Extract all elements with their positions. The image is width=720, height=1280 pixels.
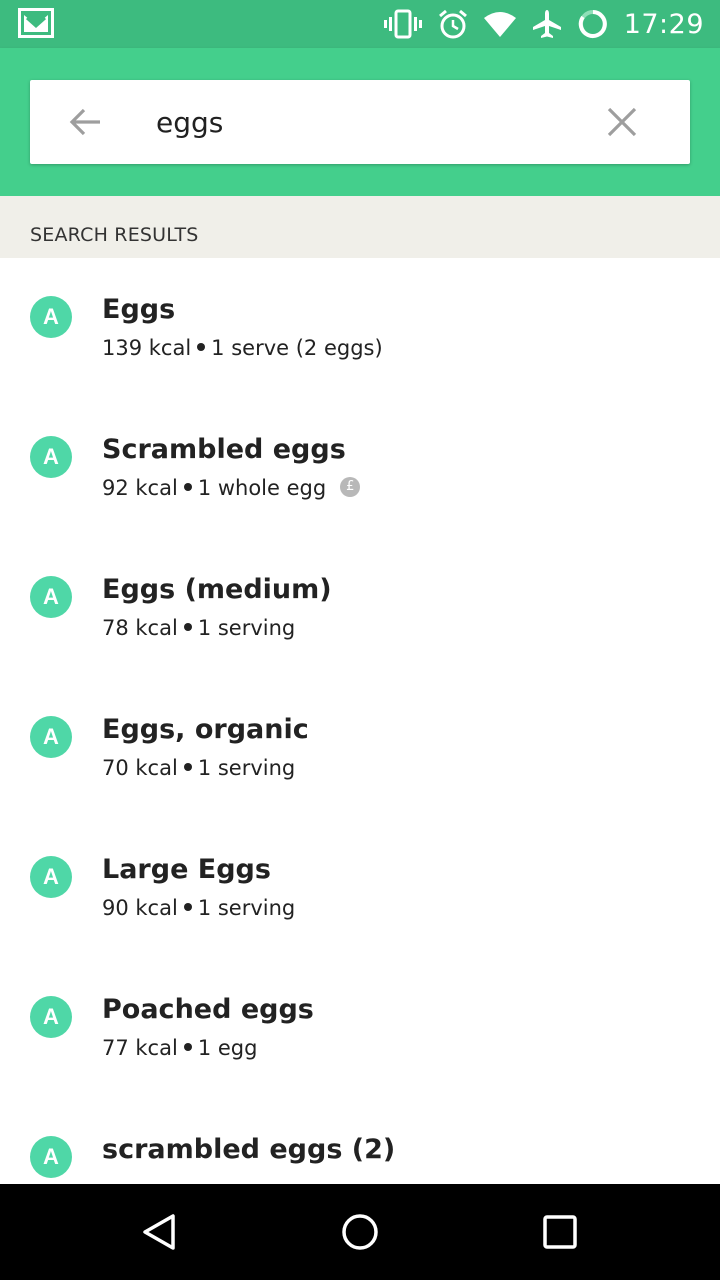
food-name: Eggs, organic (102, 714, 309, 745)
kcal: 77 kcal (102, 1036, 178, 1060)
app-bar (0, 48, 720, 196)
kcal: 139 kcal (102, 336, 192, 360)
separator-dot (183, 763, 192, 771)
vibrate-icon (383, 9, 422, 39)
separator-dot (183, 1043, 192, 1051)
kcal: 78 kcal (102, 616, 178, 640)
grade-badge: A (30, 856, 72, 898)
serving: 1 serving (197, 616, 296, 640)
alarm-icon (438, 9, 467, 39)
section-header-label: SEARCH RESULTS (30, 224, 199, 246)
food-name: Poached eggs (102, 994, 314, 1025)
grade-badge: A (30, 436, 72, 478)
kcal: 92 kcal (102, 476, 178, 500)
grade-badge: A (30, 716, 72, 758)
results-list: A Eggs 139 kcal 1 serve (2 eggs) A Scramb… (0, 258, 720, 1184)
food-details: 78 kcal 1 serving (102, 616, 295, 640)
food-name: Scrambled eggs (102, 434, 346, 465)
serving: 1 whole egg (197, 476, 327, 500)
kcal: 90 kcal (102, 896, 178, 920)
list-item[interactable]: A scrambled eggs (2) (0, 1098, 720, 1184)
grade-badge: A (30, 576, 72, 618)
food-name: Eggs (medium) (102, 574, 332, 605)
separator-dot (197, 343, 206, 351)
section-header: SEARCH RESULTS (0, 196, 720, 258)
food-details: 139 kcal 1 serve (2 eggs) (102, 336, 383, 360)
close-icon[interactable] (606, 106, 638, 138)
separator-dot (183, 903, 192, 911)
serving: 1 serving (197, 756, 296, 780)
airplane-icon (532, 10, 561, 38)
separator-dot (183, 623, 192, 631)
serving: 1 serving (197, 896, 296, 920)
list-item[interactable]: A Poached eggs 77 kcal 1 egg (0, 958, 720, 1098)
search-input[interactable] (156, 98, 586, 146)
serving: 1 egg (197, 1036, 258, 1060)
separator-dot (183, 483, 192, 491)
recents-square-icon[interactable] (540, 1212, 580, 1252)
back-triangle-icon[interactable] (140, 1212, 180, 1252)
list-item[interactable]: A Eggs, organic 70 kcal 1 serving (0, 678, 720, 818)
home-circle-icon[interactable] (340, 1212, 380, 1252)
status-bar: 17:29 (0, 0, 720, 48)
list-item[interactable]: A Large Eggs 90 kcal 1 serving (0, 818, 720, 958)
food-details: 90 kcal 1 serving (102, 896, 295, 920)
food-details: 77 kcal 1 egg (102, 1036, 257, 1060)
gmail-icon (18, 8, 54, 38)
list-item[interactable]: A Scrambled eggs 92 kcal 1 whole egg £ (0, 398, 720, 538)
search-box (30, 80, 690, 164)
arrow-left-icon[interactable] (68, 104, 104, 140)
list-item[interactable]: A Eggs 139 kcal 1 serve (2 eggs) (0, 258, 720, 398)
pound-coin-icon: £ (340, 477, 361, 497)
food-details: 70 kcal 1 serving (102, 756, 295, 780)
food-name: Eggs (102, 294, 176, 325)
status-time: 17:29 (623, 8, 704, 40)
serving: 1 serve (2 eggs) (211, 336, 383, 360)
navigation-bar (0, 1184, 720, 1280)
grade-badge: A (30, 296, 72, 338)
grade-badge: A (30, 1136, 72, 1178)
list-item[interactable]: A Eggs (medium) 78 kcal 1 serving (0, 538, 720, 678)
battery-ring-icon (578, 10, 607, 38)
food-name: scrambled eggs (2) (102, 1134, 396, 1165)
kcal: 70 kcal (102, 756, 178, 780)
wifi-icon (483, 12, 516, 37)
food-name: Large Eggs (102, 854, 271, 885)
food-details: 92 kcal 1 whole egg £ (102, 476, 361, 501)
grade-badge: A (30, 996, 72, 1038)
